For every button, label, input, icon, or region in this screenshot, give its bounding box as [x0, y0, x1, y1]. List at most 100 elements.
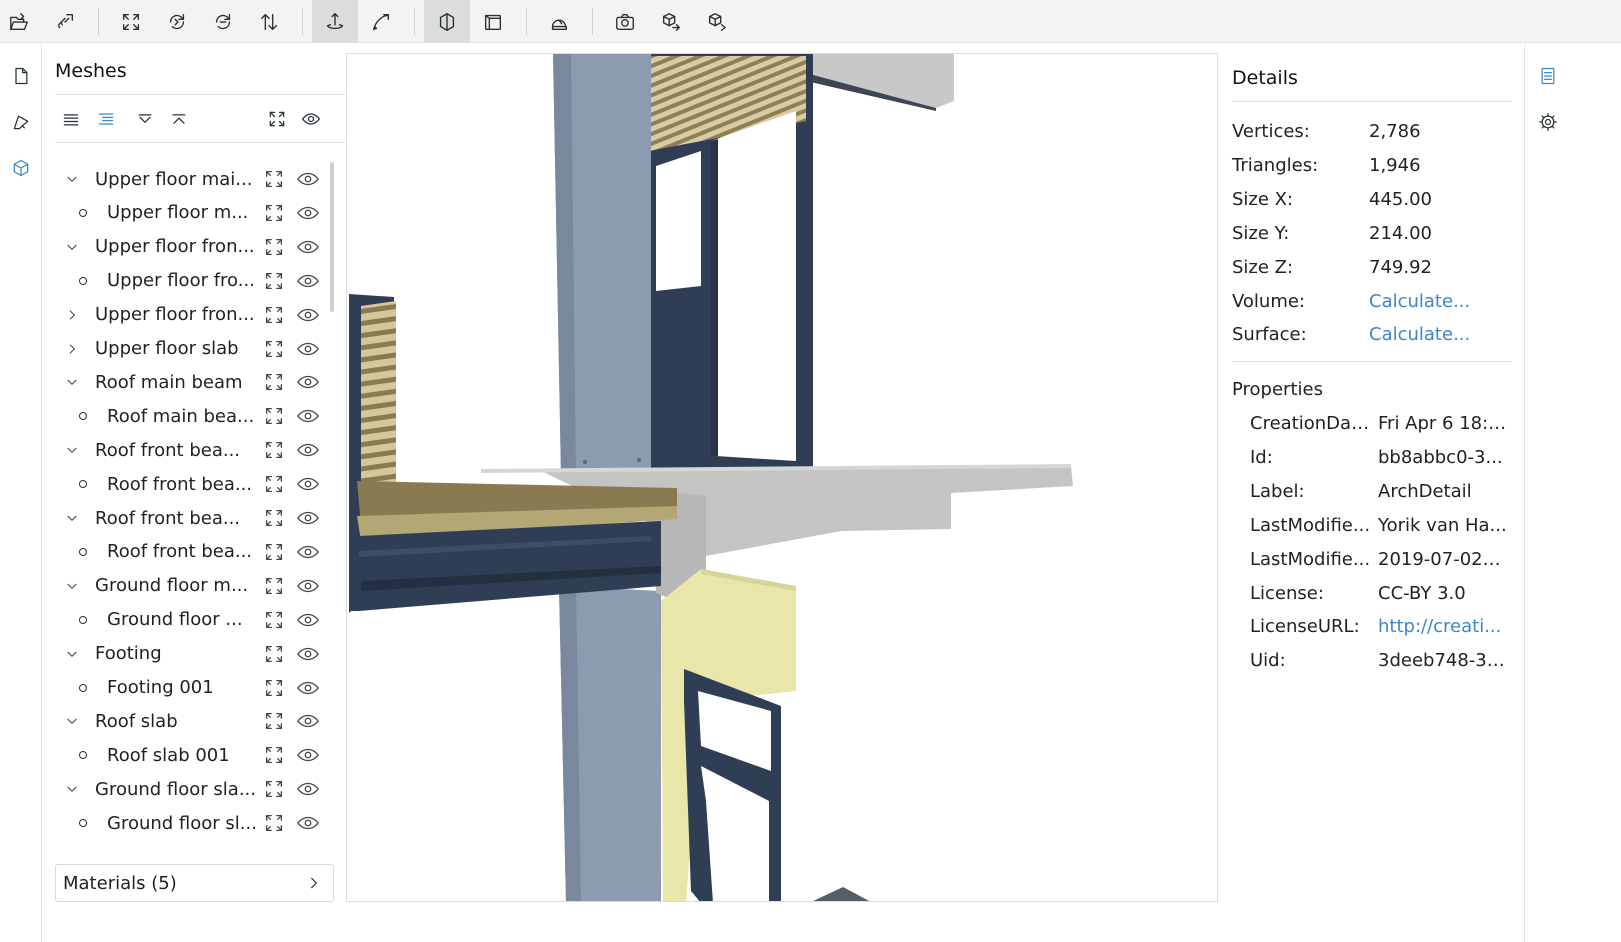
tree-group-row[interactable]: Upper floor fron...: [55, 298, 331, 332]
tree-mesh-row[interactable]: Roof main bea...: [55, 399, 331, 433]
fit-to-window-icon[interactable]: [262, 473, 286, 495]
tree-group-row[interactable]: Upper floor mai...: [55, 162, 331, 196]
eye-icon[interactable]: [296, 202, 322, 224]
chevron-down-icon[interactable]: [63, 230, 81, 264]
eye-icon[interactable]: [296, 710, 322, 732]
3d-viewport[interactable]: [346, 53, 1218, 902]
chevron-down-icon[interactable]: [63, 637, 81, 671]
eye-icon[interactable]: [296, 371, 322, 393]
measure-button[interactable]: [536, 0, 582, 43]
tree-mesh-row[interactable]: Roof front bea...: [55, 535, 331, 569]
settings-nav-button[interactable]: [1533, 107, 1563, 137]
fit-to-window-button[interactable]: [108, 0, 154, 43]
fix-up-vector-button[interactable]: [246, 0, 292, 43]
fit-to-window-icon[interactable]: [262, 304, 286, 326]
open-file-button[interactable]: [0, 0, 42, 43]
eye-icon[interactable]: [296, 304, 322, 326]
eye-icon[interactable]: [296, 643, 322, 665]
files-nav-button[interactable]: [6, 61, 36, 91]
eye-icon[interactable]: [296, 405, 322, 427]
eye-icon[interactable]: [296, 541, 322, 563]
property-value[interactable]: http://creati...: [1378, 610, 1508, 644]
fit-to-window-icon[interactable]: [262, 168, 286, 190]
details-nav-button[interactable]: [1533, 61, 1563, 91]
stat-value[interactable]: Calculate...: [1369, 318, 1512, 352]
tree-group-row[interactable]: Roof main beam: [55, 365, 331, 399]
tree-mesh-row[interactable]: Ground floor ...: [55, 603, 331, 637]
tree-group-row[interactable]: Ground floor sla...: [55, 772, 331, 806]
collapse-all-button[interactable]: [165, 107, 193, 131]
fit-to-window-icon[interactable]: [262, 236, 286, 258]
fit-to-window-icon[interactable]: [262, 439, 286, 461]
tree-group-row[interactable]: Roof front bea...: [55, 433, 331, 467]
tree-mesh-row[interactable]: Upper floor m...: [55, 196, 331, 230]
expand-all-button[interactable]: [131, 107, 159, 131]
eye-icon[interactable]: [296, 744, 322, 766]
flat-list-button[interactable]: [57, 107, 85, 131]
chevron-right-icon[interactable]: [63, 298, 81, 332]
free-navigation-button[interactable]: [358, 0, 404, 43]
tree-group-row[interactable]: Roof front bea...: [55, 501, 331, 535]
eye-icon[interactable]: [296, 677, 322, 699]
fit-to-window-icon[interactable]: [262, 202, 286, 224]
fit-to-window-icon[interactable]: [262, 270, 286, 292]
fit-to-window-icon[interactable]: [262, 609, 286, 631]
set-up-vector-button[interactable]: [154, 0, 200, 43]
perspective-camera-button[interactable]: [424, 0, 470, 43]
tree-scrollbar[interactable]: [330, 162, 334, 312]
fit-to-window-icon[interactable]: [262, 643, 286, 665]
tree-group-row[interactable]: Upper floor fron...: [55, 230, 331, 264]
chevron-down-icon[interactable]: [63, 365, 81, 399]
fit-to-window-icon[interactable]: [262, 812, 286, 834]
share-button[interactable]: [694, 0, 740, 43]
chevron-right-icon[interactable]: [63, 332, 81, 366]
chevron-down-icon[interactable]: [63, 433, 81, 467]
chevron-down-icon[interactable]: [63, 772, 81, 806]
orthographic-camera-button[interactable]: [470, 0, 516, 43]
open-url-button[interactable]: [42, 0, 88, 43]
fit-to-window-icon[interactable]: [262, 371, 286, 393]
chevron-down-icon[interactable]: [63, 569, 81, 603]
tree-mesh-row[interactable]: Footing 001: [55, 671, 331, 705]
eye-icon[interactable]: [296, 812, 322, 834]
flip-up-vector-button[interactable]: [200, 0, 246, 43]
show-all-button[interactable]: [297, 107, 325, 131]
turntable-navigation-button[interactable]: [312, 0, 358, 43]
eye-icon[interactable]: [296, 507, 322, 529]
eye-icon[interactable]: [296, 168, 322, 190]
export-button[interactable]: [648, 0, 694, 43]
measurement-nav-button[interactable]: [6, 107, 36, 137]
snapshot-button[interactable]: [602, 0, 648, 43]
fit-to-window-icon[interactable]: [262, 338, 286, 360]
eye-icon[interactable]: [296, 778, 322, 800]
fit-all-button[interactable]: [263, 107, 291, 131]
fit-to-window-icon[interactable]: [262, 778, 286, 800]
tree-mesh-row[interactable]: Upper floor fro...: [55, 264, 331, 298]
materials-section[interactable]: Materials (5): [55, 864, 334, 902]
eye-icon[interactable]: [296, 609, 322, 631]
chevron-down-icon[interactable]: [63, 704, 81, 738]
tree-mesh-row[interactable]: Roof slab 001: [55, 738, 331, 772]
fit-to-window-icon[interactable]: [262, 575, 286, 597]
tree-group-row[interactable]: Footing: [55, 637, 331, 671]
fit-to-window-icon[interactable]: [262, 710, 286, 732]
fit-to-window-icon[interactable]: [262, 405, 286, 427]
fit-to-window-icon[interactable]: [262, 744, 286, 766]
tree-mesh-row[interactable]: Ground floor sl...: [55, 806, 331, 840]
tree-group-row[interactable]: Upper floor slab: [55, 332, 331, 366]
tree-group-row[interactable]: Ground floor m...: [55, 569, 331, 603]
meshes-nav-button[interactable]: [6, 153, 36, 183]
eye-icon[interactable]: [296, 575, 322, 597]
tree-group-row[interactable]: Roof slab: [55, 704, 331, 738]
eye-icon[interactable]: [296, 270, 322, 292]
fit-to-window-icon[interactable]: [262, 677, 286, 699]
chevron-down-icon[interactable]: [63, 162, 81, 196]
eye-icon[interactable]: [296, 473, 322, 495]
eye-icon[interactable]: [296, 236, 322, 258]
eye-icon[interactable]: [296, 338, 322, 360]
chevron-down-icon[interactable]: [63, 501, 81, 535]
fit-to-window-icon[interactable]: [262, 541, 286, 563]
stat-value[interactable]: Calculate...: [1369, 285, 1512, 319]
eye-icon[interactable]: [296, 439, 322, 461]
fit-to-window-icon[interactable]: [262, 507, 286, 529]
